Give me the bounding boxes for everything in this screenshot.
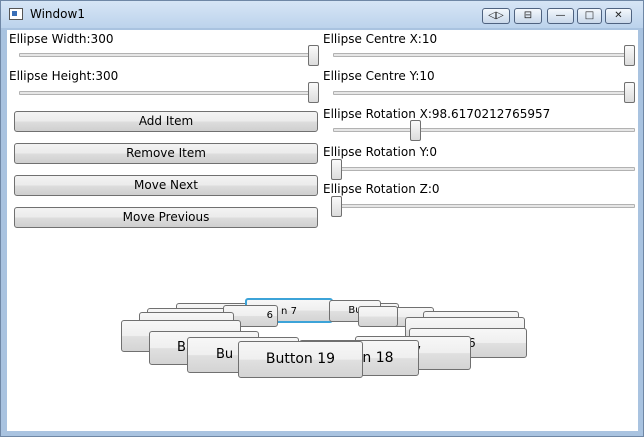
window-title: Window1 — [30, 7, 85, 21]
ellipse-carousel: n 7 Bu 6 16 B 17 Bu Button 18 Button 19 — [7, 30, 638, 431]
carousel-button-19[interactable]: Button 19 — [238, 341, 363, 378]
caption-extra-button[interactable]: ◁▷ — [482, 8, 510, 24]
carousel-button-back[interactable] — [358, 306, 398, 327]
title-bar[interactable]: Window1 ◁▷ ⊟ — □ ✕ — [1, 1, 643, 28]
carousel-button-left-label: B — [177, 340, 186, 355]
app-window: Window1 ◁▷ ⊟ — □ ✕ Ellipse Width:300 Ell… — [0, 0, 644, 437]
carousel-button-19-label: Button 19 — [265, 351, 336, 367]
carousel-button-back-2-label: Bu — [216, 347, 234, 362]
minimize-button[interactable]: — — [547, 8, 574, 24]
close-button[interactable]: ✕ — [605, 8, 632, 24]
window-app-icon[interactable] — [9, 8, 23, 20]
client-area: Ellipse Width:300 Ellipse Height:300 Add… — [7, 30, 638, 431]
caption-restore-layout-button[interactable]: ⊟ — [514, 8, 542, 24]
maximize-button[interactable]: □ — [577, 8, 602, 24]
